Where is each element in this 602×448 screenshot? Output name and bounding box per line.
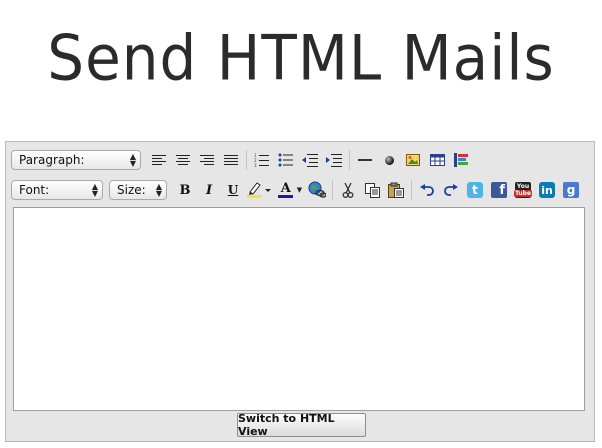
page-title: Send HTML Mails xyxy=(47,21,555,95)
align-center-icon xyxy=(176,155,190,165)
highlight-pen-icon xyxy=(247,182,271,198)
insert-link-button[interactable] xyxy=(306,179,328,201)
toolbar-row-2: Font: ▲ ▼ Size: ▲ ▼ B I U A ▼ t f You Tu… xyxy=(11,177,583,203)
underline-button[interactable]: U xyxy=(222,179,244,201)
facebook-icon: f xyxy=(491,182,507,198)
youtube-icon: You Tube xyxy=(513,182,533,198)
redo-button[interactable] xyxy=(440,179,462,201)
indent-icon xyxy=(326,154,342,167)
unordered-list-icon xyxy=(278,153,293,167)
switch-to-html-view-button[interactable]: Switch to HTML View xyxy=(237,412,366,438)
facebook-button[interactable]: f xyxy=(488,179,510,201)
toolbar-separator xyxy=(246,150,247,170)
ordered-list-button[interactable]: 1 2 3 xyxy=(251,149,273,171)
twitter-button[interactable]: t xyxy=(464,179,486,201)
toolbar-separator xyxy=(332,180,333,200)
copy-icon xyxy=(364,182,380,198)
select-arrows-icon: ▲ ▼ xyxy=(91,182,98,198)
editor-content-area[interactable] xyxy=(13,207,585,411)
scissors-icon xyxy=(342,182,354,198)
svg-text:3: 3 xyxy=(254,163,257,167)
twitter-icon: t xyxy=(467,182,483,198)
outdent-button[interactable] xyxy=(299,149,321,171)
youtube-button[interactable]: You Tube xyxy=(512,179,534,201)
insert-table-icon xyxy=(429,154,445,166)
unordered-list-button[interactable] xyxy=(275,149,297,171)
align-right-button[interactable] xyxy=(196,149,218,171)
size-select[interactable]: Size: ▲ ▼ xyxy=(109,180,167,200)
indent-button[interactable] xyxy=(323,149,345,171)
highlight-color-button[interactable] xyxy=(246,179,274,201)
globe-link-icon xyxy=(308,181,326,198)
toolbar-separator xyxy=(411,180,412,200)
toolbar-row-1: Paragraph: ▲ ▼ 1 2 3 xyxy=(11,147,473,173)
toolbar-separator xyxy=(349,150,350,170)
outdent-icon xyxy=(302,154,318,167)
align-justify-icon xyxy=(224,155,238,165)
align-left-button[interactable] xyxy=(148,149,170,171)
align-left-icon xyxy=(152,155,166,165)
color-bars-button[interactable] xyxy=(450,149,472,171)
ordered-list-icon: 1 2 3 xyxy=(254,153,269,167)
paragraph-format-select[interactable]: Paragraph: ▲ ▼ xyxy=(11,150,141,170)
italic-icon: I xyxy=(205,182,213,198)
undo-button[interactable] xyxy=(416,179,438,201)
font-select[interactable]: Font: ▲ ▼ xyxy=(11,180,103,200)
horizontal-rule-button[interactable] xyxy=(354,149,376,171)
insert-image-icon xyxy=(406,154,420,166)
italic-button[interactable]: I xyxy=(198,179,220,201)
google-button[interactable]: g xyxy=(560,179,582,201)
bullet-icon xyxy=(384,155,394,165)
insert-table-button[interactable] xyxy=(426,149,448,171)
cut-button[interactable] xyxy=(337,179,359,201)
size-select-label: Size: xyxy=(117,183,146,197)
align-justify-button[interactable] xyxy=(220,149,242,171)
insert-image-button[interactable] xyxy=(402,149,424,171)
text-color-icon: A ▼ xyxy=(278,182,302,198)
align-center-button[interactable] xyxy=(172,149,194,171)
color-bars-icon xyxy=(454,153,468,167)
paragraph-format-label: Paragraph: xyxy=(19,153,85,167)
select-arrows-icon: ▲ ▼ xyxy=(155,182,162,198)
underline-icon: U xyxy=(227,183,239,197)
copy-button[interactable] xyxy=(361,179,383,201)
bold-button[interactable]: B xyxy=(174,179,196,201)
undo-icon xyxy=(420,184,434,196)
redo-icon xyxy=(444,184,458,196)
align-right-icon xyxy=(200,155,214,165)
text-color-button[interactable]: A ▼ xyxy=(276,179,304,201)
font-select-label: Font: xyxy=(19,183,50,197)
html-editor: Paragraph: ▲ ▼ 1 2 3 Font: ▲ ▼ Size: ▲ ▼… xyxy=(5,141,595,442)
bold-icon: B xyxy=(179,182,191,198)
bullet-button[interactable] xyxy=(378,149,400,171)
paste-button[interactable] xyxy=(385,179,407,201)
linkedin-button[interactable]: in xyxy=(536,179,558,201)
paste-icon xyxy=(388,182,404,198)
linkedin-icon: in xyxy=(539,182,555,198)
horizontal-rule-icon xyxy=(358,159,372,161)
select-arrows-icon: ▲ ▼ xyxy=(129,152,136,168)
google-icon: g xyxy=(563,182,579,198)
